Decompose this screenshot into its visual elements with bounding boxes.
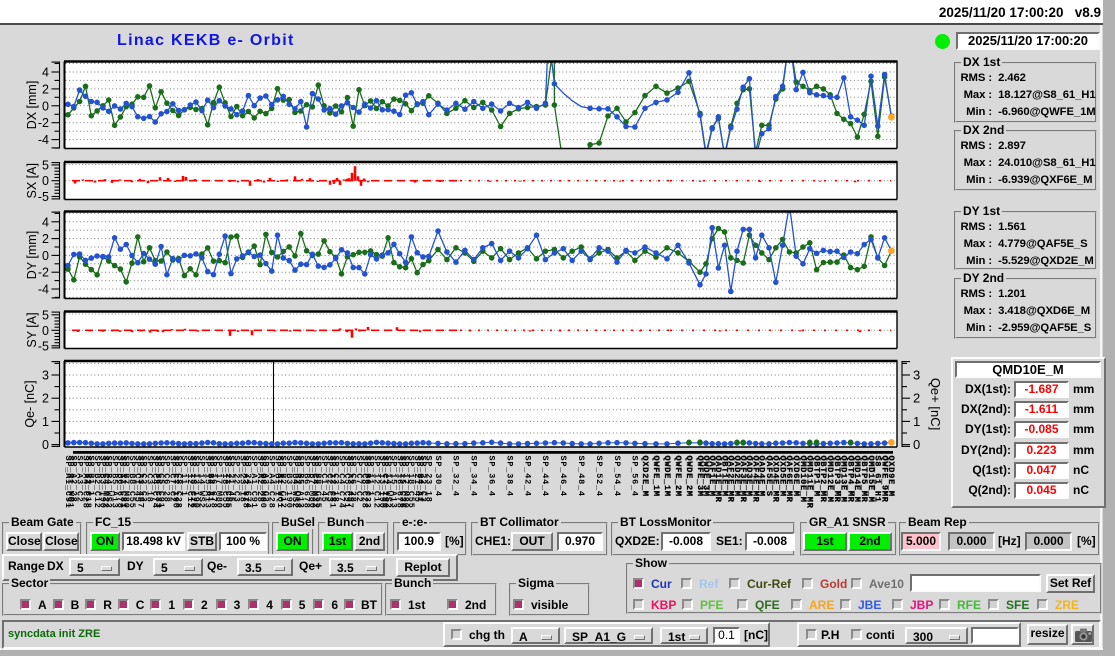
svg-text:SP_B2_C18: SP_B2_C18 <box>83 456 93 509</box>
svg-text:2: 2 <box>42 232 49 246</box>
svg-text:5: 5 <box>42 308 49 322</box>
svg-text:SP_B6_C33: SP_B6_C33 <box>363 456 373 509</box>
svg-text:-2: -2 <box>38 116 49 130</box>
svg-text:DX [mm]: DX [mm] <box>25 81 39 130</box>
svg-text:SP_C4_M22: SP_C4_M22 <box>101 456 111 509</box>
svg-text:SP_54_4: SP_54_4 <box>612 456 622 497</box>
svg-text:-2: -2 <box>38 266 49 280</box>
svg-text:3: 3 <box>42 369 49 383</box>
svg-text:SX [A]: SX [A] <box>25 163 39 198</box>
svg-text:2: 2 <box>42 82 49 96</box>
svg-text:SP_B8_M80: SP_B8_M80 <box>258 456 268 509</box>
svg-text:0: 0 <box>42 324 49 338</box>
svg-text:Qe- [nC]: Qe- [nC] <box>23 380 37 427</box>
svg-text:4: 4 <box>42 215 49 229</box>
svg-text:2: 2 <box>42 392 49 406</box>
svg-text:SP_12_C81: SP_12_C81 <box>118 456 128 509</box>
svg-text:SP_A1_WQ1: SP_A1_WQ1 <box>66 456 76 509</box>
svg-text:SP_A3_457: SP_A3_457 <box>136 456 146 509</box>
svg-text:SP_21_C55: SP_21_C55 <box>223 456 233 509</box>
svg-text:0: 0 <box>913 437 920 452</box>
svg-text:0: 0 <box>42 174 49 188</box>
svg-text:SP_A2_678: SP_A2_678 <box>240 456 250 509</box>
svg-text:SP_34_4: SP_34_4 <box>469 456 479 497</box>
svg-text:-5: -5 <box>38 190 49 204</box>
svg-text:0: 0 <box>42 99 49 113</box>
svg-text:SP_A3_457: SP_A3_457 <box>345 456 355 509</box>
svg-text:SP_15_C26: SP_15_C26 <box>397 456 407 509</box>
svg-text:SP_B4_A1: SP_B4_A1 <box>205 456 215 503</box>
svg-text:SP_A1_WQ1: SP_A1_WQ1 <box>275 456 285 509</box>
svg-text:QWDE_2M: QWDE_2M <box>684 456 694 497</box>
svg-text:4: 4 <box>42 66 49 80</box>
svg-text:SP_48_4: SP_48_4 <box>576 456 586 497</box>
svg-text:-5: -5 <box>38 339 49 353</box>
svg-text:3: 3 <box>913 368 920 383</box>
svg-text:SP_42_4: SP_42_4 <box>522 456 532 497</box>
svg-text:SP_46_4: SP_46_4 <box>558 456 568 497</box>
svg-text:-4: -4 <box>38 133 49 147</box>
svg-text:QXD9E_M: QXD9E_M <box>886 456 896 497</box>
svg-text:SP_C4_M22: SP_C4_M22 <box>310 456 320 509</box>
svg-text:QXD2E_M: QXD2E_M <box>640 456 650 497</box>
svg-text:SP_36_4: SP_36_4 <box>487 456 497 497</box>
svg-text:2: 2 <box>913 391 920 406</box>
svg-text:SP_38_4: SP_38_4 <box>504 456 514 497</box>
svg-text:SP_32_4: SP_32_4 <box>451 456 461 497</box>
svg-text:SP_52_4: SP_52_4 <box>594 456 604 497</box>
svg-text:SP_30_4: SP_30_4 <box>433 456 443 497</box>
svg-text:SP_15_C26: SP_15_C26 <box>188 456 198 509</box>
svg-text:1: 1 <box>913 414 920 429</box>
svg-text:DY [mm]: DY [mm] <box>25 231 39 279</box>
svg-text:SP_12_C81: SP_12_C81 <box>328 456 338 509</box>
svg-text:SY [A]: SY [A] <box>25 312 39 347</box>
svg-text:SP_B6_C33: SP_B6_C33 <box>153 456 163 509</box>
svg-text:SP_B2_C18: SP_B2_C18 <box>293 456 303 509</box>
svg-text:0: 0 <box>42 249 49 263</box>
svg-text:QWFE_2M: QWFE_2M <box>673 456 683 497</box>
svg-text:SP_C7_190: SP_C7_190 <box>380 456 390 509</box>
svg-text:5: 5 <box>42 158 49 172</box>
svg-text:Qe+ [nC]: Qe+ [nC] <box>928 378 940 430</box>
svg-text:0: 0 <box>42 438 49 452</box>
svg-text:QWDE_1M: QWDE_1M <box>662 456 672 497</box>
svg-text:SP_44_4: SP_44_4 <box>540 456 550 497</box>
svg-text:-4: -4 <box>38 283 49 297</box>
svg-text:QWFE_1M: QWFE_1M <box>651 456 661 497</box>
svg-text:1: 1 <box>42 415 49 429</box>
svg-text:SP_B4_A1: SP_B4_A1 <box>415 456 425 503</box>
svg-text:SP_56_4: SP_56_4 <box>630 456 640 497</box>
svg-text:SP_C7_190: SP_C7_190 <box>171 456 181 509</box>
